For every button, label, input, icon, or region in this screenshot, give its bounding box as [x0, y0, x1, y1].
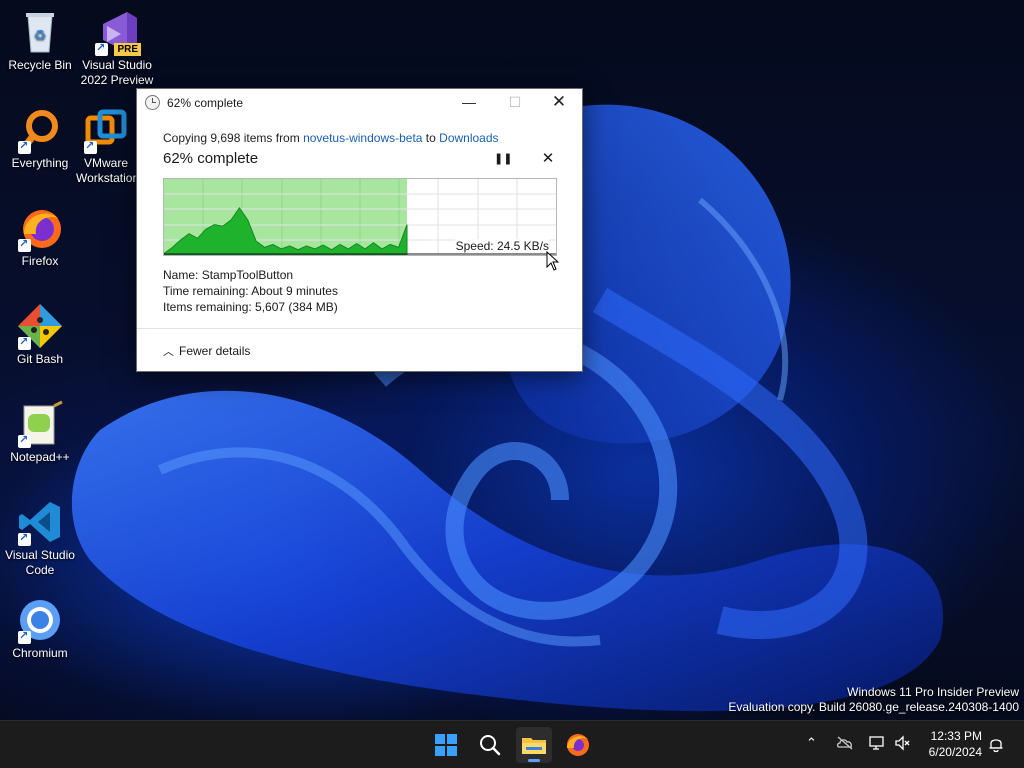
firefox-icon — [567, 734, 589, 756]
desktop-icon-visual-studio-2022-preview[interactable]: PRE Visual Studio 2022 Preview — [77, 8, 157, 88]
search-button[interactable] — [472, 727, 508, 763]
vscode-icon — [16, 498, 64, 546]
everything-icon — [16, 106, 64, 154]
file-explorer-button[interactable] — [516, 727, 552, 763]
start-button[interactable] — [428, 727, 464, 763]
chevron-up-icon: ︿ — [163, 346, 174, 358]
vmware-icon — [82, 106, 130, 154]
desktop-icon-visual-studio-code[interactable]: Visual Studio Code — [0, 498, 80, 578]
copy-to-text: to — [422, 131, 440, 145]
desktop-icon-recycle-bin[interactable]: ♻ Recycle Bin — [0, 8, 80, 73]
name-label: Name: — [163, 268, 199, 282]
chromium-icon — [16, 596, 64, 644]
progress-heading: 62% complete — [163, 150, 259, 167]
folder-icon — [522, 738, 546, 754]
desktop-icon-chromium[interactable]: Chromium — [0, 596, 80, 661]
desktop-icon-label: Visual Studio 2022 Preview — [80, 58, 154, 87]
fewer-details-button[interactable]: ︿ Fewer details — [163, 343, 250, 359]
shortcut-arrow-icon — [18, 335, 31, 350]
clock-time: 12:33 PM — [930, 729, 982, 743]
maximize-button[interactable]: ☐ — [492, 89, 538, 116]
desktop-icon-vmware-workstation[interactable]: VMware Workstation — [76, 106, 136, 186]
shortcut-arrow-icon — [84, 139, 97, 154]
divider — [137, 328, 582, 329]
copy-description: Copying 9,698 items from novetus-windows… — [163, 131, 499, 145]
title-bar[interactable]: 62% complete — ☐ ✕ — [137, 89, 582, 116]
windows-logo-icon — [435, 734, 457, 756]
name-value: StampToolButton — [201, 268, 294, 282]
shortcut-arrow-icon — [18, 531, 31, 546]
shortcut-arrow-icon — [18, 433, 31, 448]
watermark-line-2: Evaluation copy. Build 26080.ge_release.… — [728, 700, 1019, 714]
pause-button[interactable]: ❚❚ — [494, 151, 512, 167]
visual-studio-icon: PRE — [93, 8, 141, 56]
detail-time-row: Time remaining: About 9 minutes — [163, 284, 338, 298]
speed-readout: Speed: 24.5 KB/s — [454, 239, 550, 253]
cancel-button[interactable]: ✕ — [540, 151, 556, 167]
search-icon — [480, 735, 501, 756]
git-bash-icon — [16, 302, 64, 350]
fewer-details-label: Fewer details — [179, 344, 251, 358]
shortcut-arrow-icon — [18, 237, 31, 252]
desktop-icon-label: Notepad++ — [10, 450, 70, 464]
desktop-icon-label: VMware Workstation — [76, 156, 136, 185]
network-icon[interactable] — [868, 735, 886, 751]
desktop-icon-label: Visual Studio Code — [5, 548, 75, 577]
window-title: 62% complete — [167, 96, 244, 110]
destination-folder-link[interactable]: Downloads — [439, 131, 498, 145]
items-remaining-value: 5,607 (384 MB) — [255, 300, 338, 314]
close-button[interactable]: ✕ — [536, 89, 582, 116]
volume-muted-icon[interactable] — [894, 735, 912, 751]
time-remaining-label: Time remaining: — [163, 284, 249, 298]
onedrive-offline-icon[interactable] — [836, 735, 854, 751]
copy-progress-dialog: 62% complete — ☐ ✕ Copying 9,698 items f… — [136, 88, 583, 372]
clock-date: 6/20/2024 — [928, 745, 982, 759]
desktop-icon-git-bash[interactable]: Git Bash — [0, 302, 80, 367]
show-hidden-icons-chevron-up-icon[interactable]: ⌃ — [806, 735, 817, 751]
svg-text:♻: ♻ — [34, 28, 47, 44]
minimize-button[interactable]: — — [446, 89, 492, 116]
desktop-icon-label: Git Bash — [16, 352, 64, 366]
items-remaining-label: Items remaining: — [163, 300, 252, 314]
taskbar: ⌃ 12:33 PM 6/20/2024 — [0, 720, 1024, 768]
detail-name-row: Name: StampToolButton — [163, 268, 293, 282]
recycle-bin-icon: ♻ — [16, 8, 64, 56]
notifications-bell-icon[interactable] — [988, 735, 1004, 753]
desktop-icon-label: Firefox — [21, 254, 59, 268]
desktop-icon-everything[interactable]: Everything — [0, 106, 80, 171]
time-remaining-value: About 9 minutes — [251, 284, 338, 298]
shortcut-arrow-icon — [95, 41, 108, 56]
source-folder-link[interactable]: novetus-windows-beta — [303, 131, 422, 145]
shortcut-arrow-icon — [18, 139, 31, 154]
transfer-speed-graph: Speed: 24.5 KB/s — [163, 178, 557, 256]
firefox-icon — [16, 204, 64, 252]
windows-watermark: Windows 11 Pro Insider Preview Evaluatio… — [728, 685, 1019, 715]
desktop-icon-notepad-plus-plus[interactable]: Notepad++ — [0, 400, 80, 465]
desktop-icon-label: Chromium — [12, 646, 68, 660]
firefox-taskbar-button[interactable] — [560, 727, 596, 763]
desktop-icon-label: Everything — [11, 156, 69, 170]
mouse-cursor — [546, 251, 560, 271]
clock-icon — [145, 95, 160, 110]
desktop-icon-label: Recycle Bin — [8, 58, 72, 72]
desktop-icon-firefox[interactable]: Firefox — [0, 204, 80, 269]
copy-prefix: Copying 9,698 items from — [163, 131, 304, 145]
shortcut-arrow-icon — [18, 629, 31, 644]
notepad-plus-plus-icon — [16, 400, 64, 448]
detail-items-row: Items remaining: 5,607 (384 MB) — [163, 300, 338, 314]
pre-badge: PRE — [114, 43, 141, 56]
clock[interactable]: 12:33 PM 6/20/2024 — [918, 728, 982, 760]
watermark-line-1: Windows 11 Pro Insider Preview — [847, 685, 1019, 699]
running-indicator — [528, 759, 540, 762]
